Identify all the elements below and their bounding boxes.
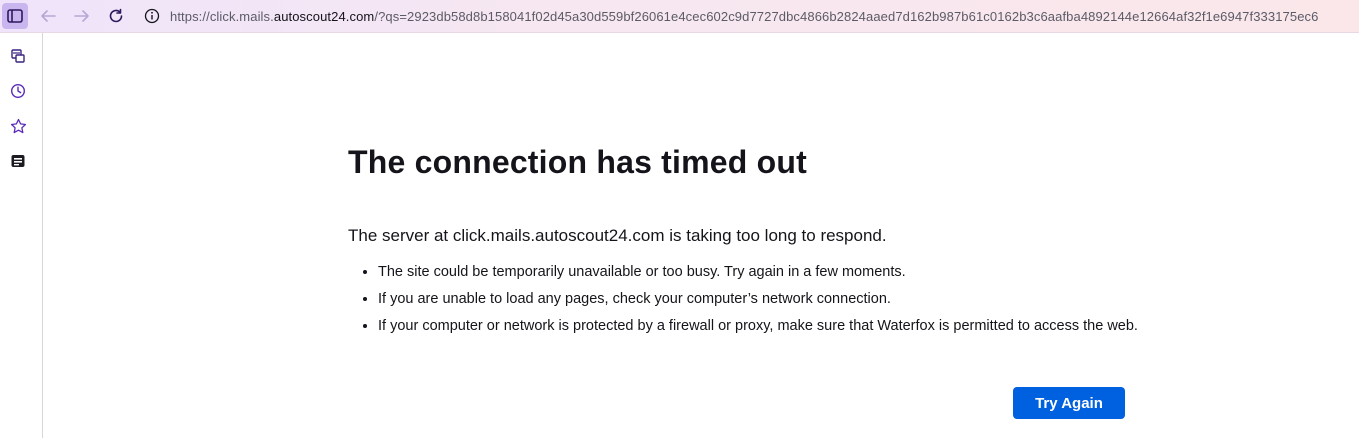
arrow-right-icon: [74, 10, 89, 22]
try-again-button[interactable]: Try Again: [1013, 387, 1125, 419]
url-text[interactable]: https://click.mails.autoscout24.com/?qs=…: [170, 9, 1318, 24]
browser-toolbar: https://click.mails.autoscout24.com/?qs=…: [0, 0, 1359, 33]
sidebar-toggle-icon: [7, 9, 23, 23]
info-icon[interactable]: [143, 7, 161, 25]
bookmarks-star-icon[interactable]: [8, 116, 28, 136]
list-item: The site could be temporarily unavailabl…: [378, 262, 1138, 282]
sidebar-toggle-button[interactable]: [2, 3, 28, 29]
error-reasons-list: The site could be temporarily unavailabl…: [348, 262, 1138, 336]
error-page-content: The connection has timed out The server …: [348, 140, 1138, 343]
forward-button[interactable]: [69, 3, 95, 29]
url-prefix: https://click.mails.: [170, 8, 274, 24]
reload-button[interactable]: [103, 3, 129, 29]
url-domain: autoscout24.com: [273, 8, 375, 24]
list-item: If you are unable to load any pages, che…: [378, 289, 1138, 309]
synced-tabs-icon[interactable]: [8, 46, 28, 66]
back-button[interactable]: [35, 3, 61, 29]
page-title: The connection has timed out: [348, 144, 807, 180]
arrow-left-icon: [41, 10, 56, 22]
url-bar[interactable]: https://click.mails.autoscout24.com/?qs=…: [137, 3, 1359, 29]
error-description: The server at click.mails.autoscout24.co…: [348, 226, 887, 245]
reload-icon: [109, 8, 123, 23]
url-path: /?qs=2923db58d8b158041f02d45a30d559bf260…: [374, 8, 1319, 24]
list-item: If your computer or network is protected…: [378, 316, 1138, 336]
history-icon[interactable]: [8, 81, 28, 101]
sidebar: [0, 33, 43, 438]
reader-panel-icon[interactable]: [8, 151, 28, 171]
